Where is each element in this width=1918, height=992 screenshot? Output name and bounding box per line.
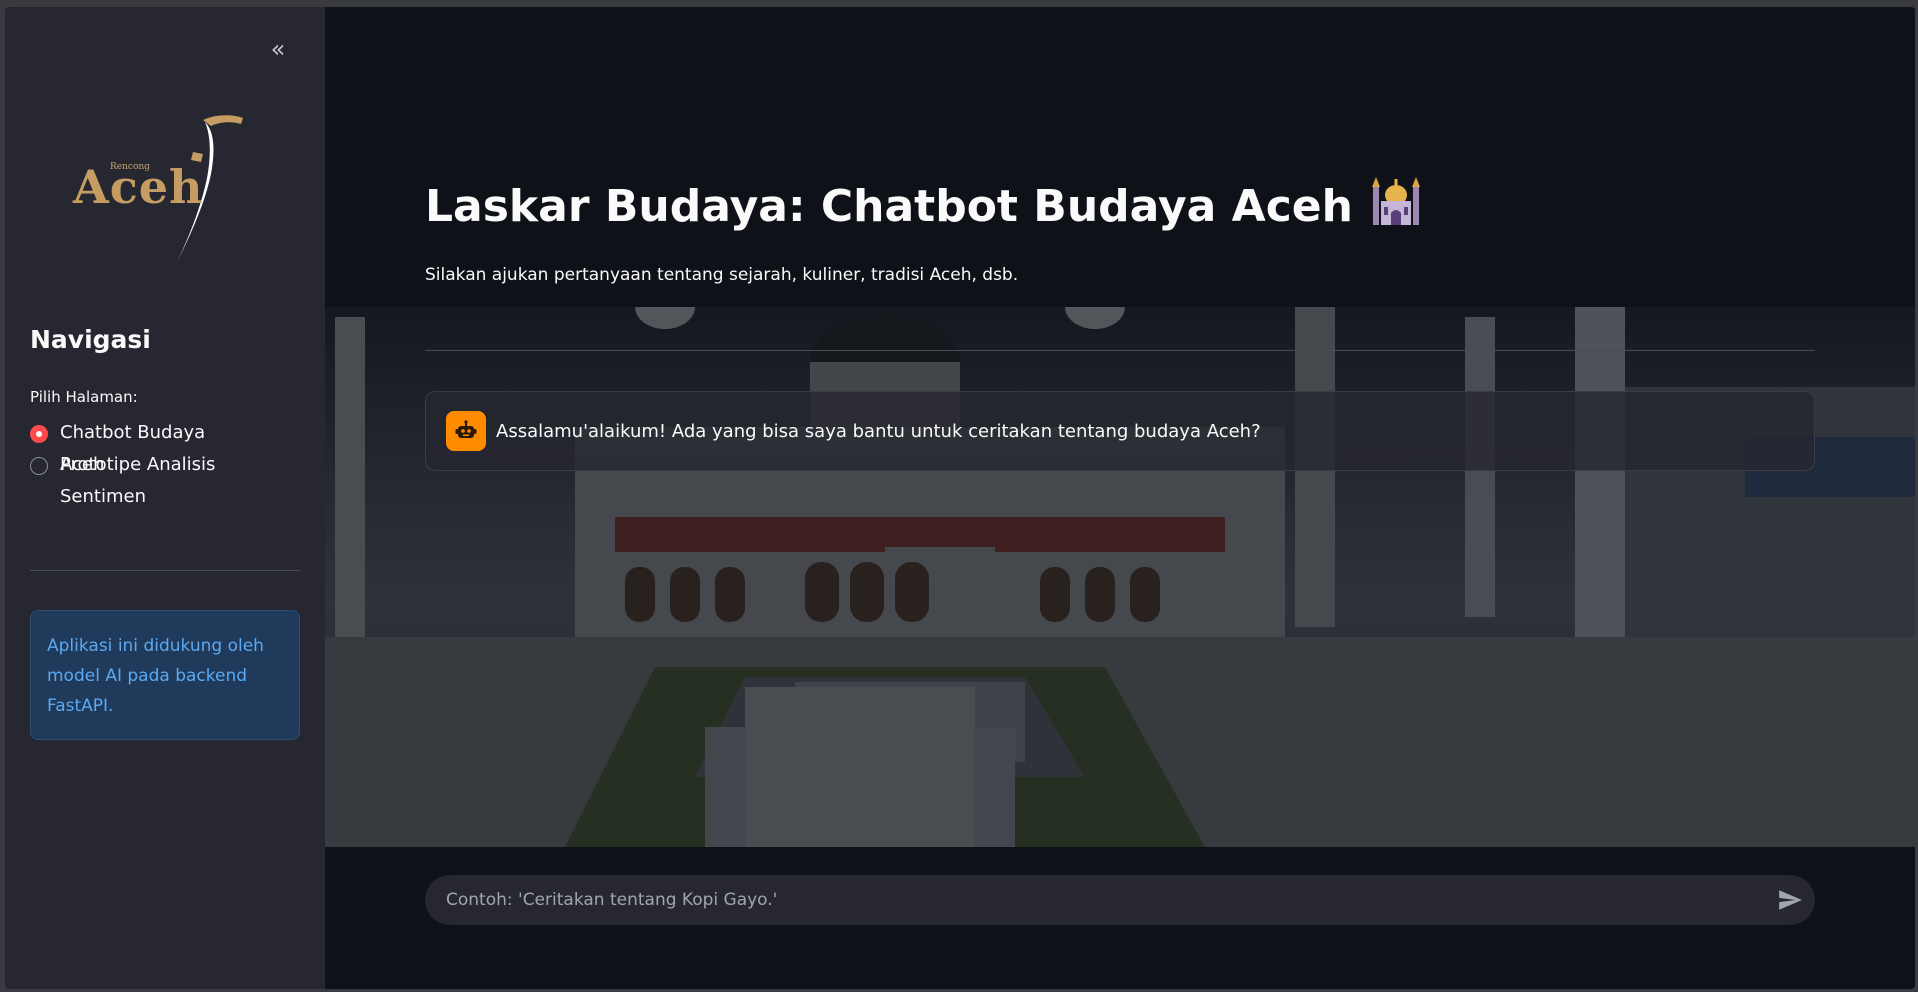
sidebar: « Rencong Aceh Navigasi Pilih Halaman: C… <box>5 7 325 989</box>
chat-input-bar <box>325 849 1915 989</box>
radio-selected-icon[interactable] <box>30 425 48 443</box>
page-title-text: Laskar Budaya: Chatbot Budaya Aceh <box>425 181 1353 232</box>
radio-option-label: Prototipe Analisis Sentimen <box>60 454 216 507</box>
mosque-icon <box>1371 175 1421 238</box>
chat-message-text: Assalamu'alaikum! Ada yang bisa saya ban… <box>496 420 1261 442</box>
rencong-aceh-logo: Rencong Aceh <box>65 112 305 272</box>
page-subtitle: Silakan ajukan pertanyaan tentang sejara… <box>425 265 1019 285</box>
logo-big-text: Aceh <box>73 160 204 214</box>
chat-input[interactable] <box>425 875 1815 925</box>
main-divider <box>425 350 1815 351</box>
sidebar-divider <box>30 570 300 571</box>
nav-title: Navigasi <box>30 325 151 354</box>
robot-icon <box>446 411 486 451</box>
radio-unselected-icon[interactable] <box>30 457 48 475</box>
app-window: « Rencong Aceh Navigasi Pilih Halaman: C… <box>5 7 1915 989</box>
radio-option-sentiment[interactable]: Prototipe Analisis Sentimen <box>30 453 250 513</box>
nav-radio-label: Pilih Halaman: <box>30 388 138 406</box>
mosque-background-image <box>325 307 1915 847</box>
baiturrahman-mosque-illustration <box>325 307 1915 847</box>
page-title: Laskar Budaya: Chatbot Budaya Aceh <box>425 175 1421 238</box>
assistant-chat-message: Assalamu'alaikum! Ada yang bisa saya ban… <box>425 391 1815 471</box>
send-icon[interactable] <box>1777 887 1803 913</box>
main-content: Laskar Budaya: Chatbot Budaya Aceh Silak… <box>325 7 1915 989</box>
info-alert: Aplikasi ini didukung oleh model AI pada… <box>30 610 300 740</box>
collapse-sidebar-icon[interactable]: « <box>264 35 292 63</box>
